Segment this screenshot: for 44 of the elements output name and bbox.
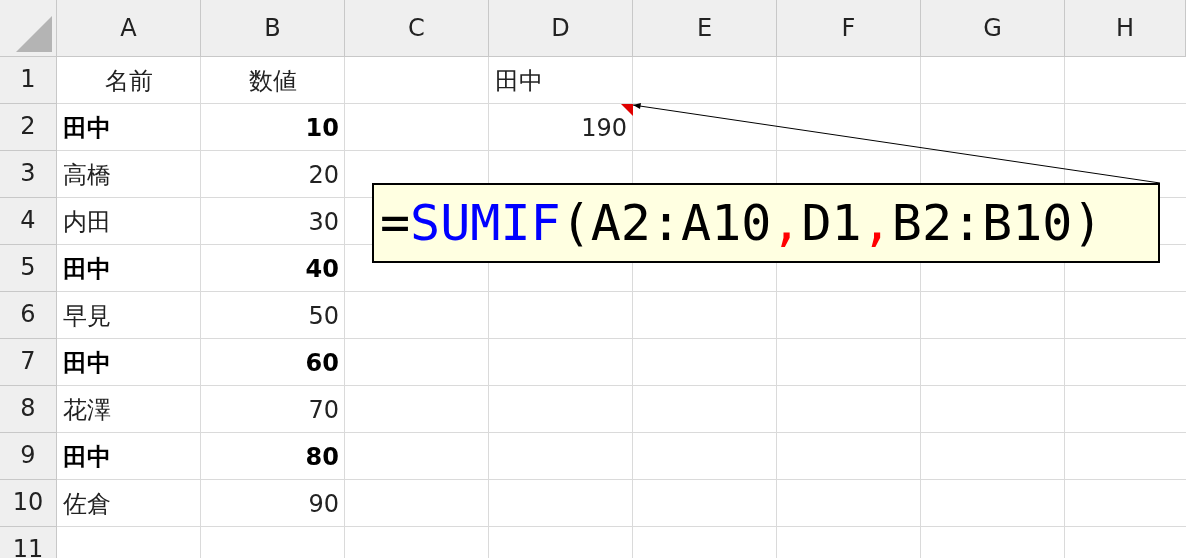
column-header[interactable]: A — [57, 0, 201, 57]
cell-text: 90 — [308, 489, 339, 518]
cell-text: 高橋 — [63, 159, 111, 191]
cell-text: 花澤 — [63, 394, 111, 426]
select-all-icon — [16, 16, 52, 52]
column-header[interactable]: B — [201, 0, 345, 57]
cell-text: 田中 — [63, 112, 111, 144]
cell-text: 30 — [308, 207, 339, 236]
column-header[interactable]: E — [633, 0, 777, 57]
cell-text: 内田 — [63, 206, 111, 238]
column-header[interactable]: C — [345, 0, 489, 57]
cell-text: 名前 — [105, 65, 153, 97]
cell-text: 10 — [305, 113, 339, 142]
cell-text: 40 — [305, 254, 339, 283]
row-header[interactable]: 9 — [0, 433, 57, 480]
row-header[interactable]: 3 — [0, 151, 57, 198]
row-header[interactable]: 1 — [0, 57, 57, 104]
column-header[interactable]: G — [921, 0, 1065, 57]
cell-text: 早見 — [63, 300, 111, 332]
select-all-button[interactable] — [0, 0, 57, 57]
cell-text: 田中 — [495, 65, 543, 97]
cell-text: 80 — [305, 442, 339, 471]
column-header[interactable]: D — [489, 0, 633, 57]
cell-text: 田中 — [63, 441, 111, 473]
cell-text: 田中 — [63, 347, 111, 379]
row-header[interactable]: 5 — [0, 245, 57, 292]
cell-text: 60 — [305, 348, 339, 377]
row-header[interactable]: 7 — [0, 339, 57, 386]
row-header[interactable]: 10 — [0, 480, 57, 527]
row-header[interactable]: 6 — [0, 292, 57, 339]
formula-text: =SUMIF(A2:A10,D1,B2:B10) — [380, 194, 1103, 252]
column-header[interactable]: H — [1065, 0, 1186, 57]
cell-text: 佐倉 — [63, 488, 111, 520]
cell-text: 田中 — [63, 253, 111, 285]
row-header[interactable]: 11 — [0, 527, 57, 558]
cell-text: 70 — [308, 395, 339, 424]
row-header[interactable]: 8 — [0, 386, 57, 433]
cell-text: 数値 — [249, 65, 297, 97]
cell-text: 20 — [308, 160, 339, 189]
row-header[interactable]: 2 — [0, 104, 57, 151]
cell-text: 190 — [581, 113, 627, 142]
row-header[interactable]: 4 — [0, 198, 57, 245]
column-header[interactable]: F — [777, 0, 921, 57]
cell-text: 50 — [308, 301, 339, 330]
